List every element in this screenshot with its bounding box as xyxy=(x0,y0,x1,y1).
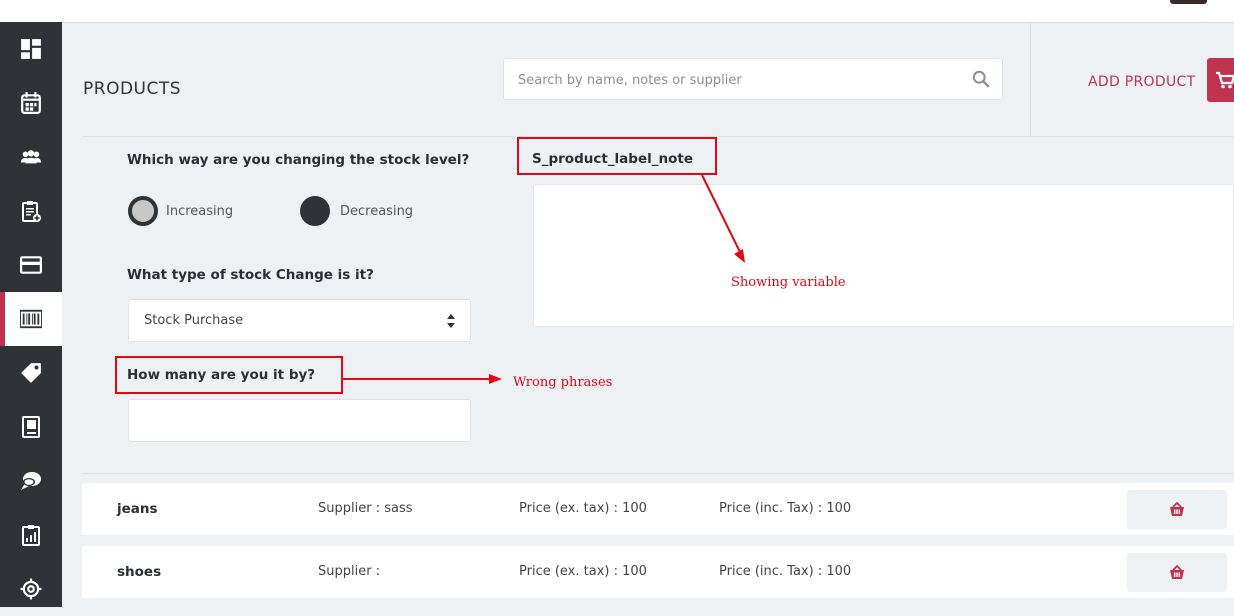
direction-question: Which way are you changing the stock lev… xyxy=(127,152,470,168)
users-icon xyxy=(20,150,42,164)
product-price-ex: Price (ex. tax) : 100 xyxy=(519,564,647,579)
stock-type-value: Stock Purchase xyxy=(144,313,244,328)
add-product-button[interactable] xyxy=(1207,58,1234,102)
sidebar-item-messages[interactable] xyxy=(0,454,62,508)
sidebar-item-offers[interactable] xyxy=(0,346,62,400)
sidebar-item-payments[interactable] xyxy=(0,238,62,292)
sidebar-item-settings[interactable] xyxy=(0,562,62,616)
product-name: jeans xyxy=(117,501,158,517)
header-divider xyxy=(1030,22,1031,136)
add-to-basket-button[interactable] xyxy=(1127,490,1227,529)
annotation-variable-text: Showing variable xyxy=(731,275,846,290)
search-box xyxy=(503,58,1003,101)
clipboard-add-icon xyxy=(22,201,41,222)
chat-icon xyxy=(21,472,41,490)
add-product-label[interactable]: ADD PRODUCT xyxy=(1088,74,1195,90)
sidebar-item-orders[interactable] xyxy=(0,184,62,238)
table-row[interactable]: shoes Supplier : Price (ex. tax) : 100 P… xyxy=(82,546,1234,598)
sidebar-item-catalog[interactable] xyxy=(0,400,62,454)
credit-card-icon xyxy=(20,256,42,274)
search-icon[interactable] xyxy=(972,70,990,88)
product-supplier: Supplier : sass xyxy=(318,501,413,516)
barcode-icon xyxy=(20,309,42,329)
radio-increasing[interactable]: Increasing xyxy=(128,196,233,226)
sidebar-item-users[interactable] xyxy=(0,130,62,184)
stock-type-select[interactable]: Stock Purchase xyxy=(128,299,471,342)
page-title: PRODUCTS xyxy=(83,79,182,100)
add-to-basket-button[interactable] xyxy=(1127,553,1227,592)
annotation-phrase-text: Wrong phrases xyxy=(513,375,613,390)
table-row[interactable]: jeans Supplier : sass Price (ex. tax) : … xyxy=(82,483,1234,535)
radio-increasing-indicator[interactable] xyxy=(128,196,158,226)
product-name: shoes xyxy=(117,564,162,580)
list-separator xyxy=(82,473,1234,474)
product-price-inc: Price (inc. Tax) : 100 xyxy=(719,501,852,516)
amount-input[interactable] xyxy=(128,399,471,442)
radio-decreasing[interactable]: Decreasing xyxy=(300,196,413,226)
sidebar-item-dashboard[interactable] xyxy=(0,22,62,76)
book-icon xyxy=(22,416,40,438)
search-input[interactable] xyxy=(516,59,960,101)
product-price-inc: Price (inc. Tax) : 100 xyxy=(719,564,852,579)
calendar-icon xyxy=(21,92,41,114)
radio-decreasing-label: Decreasing xyxy=(340,203,414,219)
avatar[interactable] xyxy=(1170,0,1207,4)
cart-icon xyxy=(1216,71,1234,89)
report-icon xyxy=(22,525,40,546)
radio-increasing-label: Increasing xyxy=(166,203,234,219)
sidebar-item-reports[interactable] xyxy=(0,508,62,562)
settings-icon xyxy=(20,578,42,600)
basket-icon xyxy=(1170,502,1184,516)
annotation-box-phrase xyxy=(115,356,343,394)
note-textarea[interactable] xyxy=(533,184,1234,327)
product-supplier: Supplier : xyxy=(318,564,381,579)
tag-icon xyxy=(21,363,41,383)
sidebar xyxy=(0,22,62,607)
dashboard-icon xyxy=(21,39,41,59)
product-price-ex: Price (ex. tax) : 100 xyxy=(519,501,647,516)
select-arrows-icon xyxy=(447,314,455,328)
radio-decreasing-indicator[interactable] xyxy=(300,196,330,226)
top-bar xyxy=(0,0,1234,23)
basket-icon xyxy=(1170,565,1184,579)
annotation-box-variable xyxy=(517,137,717,175)
type-question: What type of stock Change is it? xyxy=(127,267,374,283)
sidebar-item-products[interactable] xyxy=(0,292,62,346)
sidebar-item-calendar[interactable] xyxy=(0,76,62,130)
